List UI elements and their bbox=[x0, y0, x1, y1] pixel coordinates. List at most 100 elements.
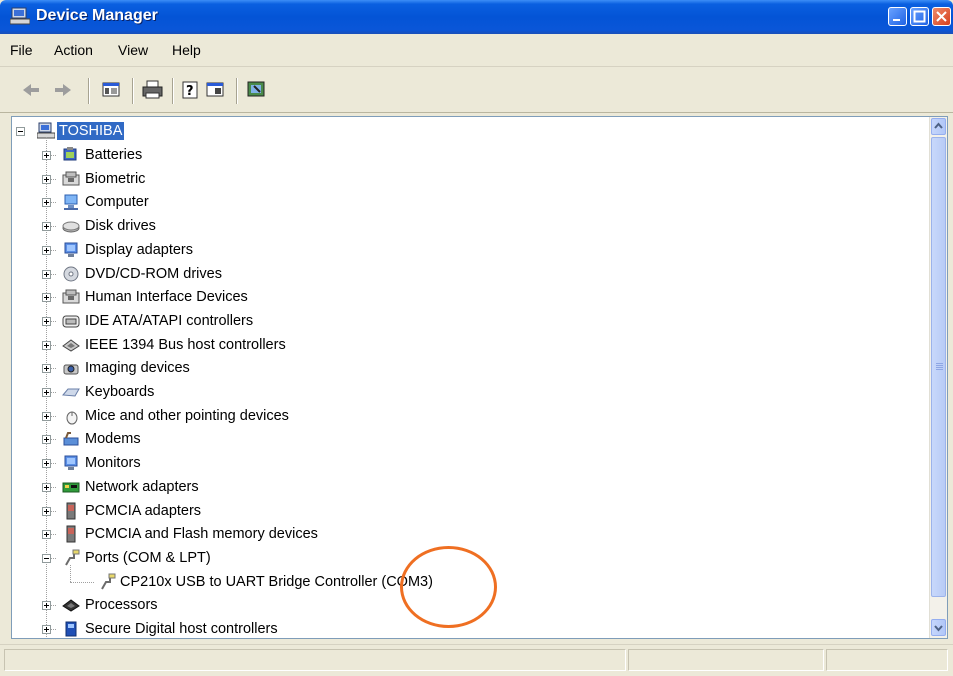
menu-help[interactable]: Help bbox=[172, 42, 201, 58]
tree-root-label[interactable]: TOSHIBA bbox=[57, 122, 125, 140]
thumb-grip bbox=[936, 365, 943, 366]
status-pane bbox=[4, 649, 626, 671]
vertical-scrollbar[interactable] bbox=[929, 117, 947, 638]
expand-toggle-icon[interactable] bbox=[42, 269, 51, 279]
toolbar: ? bbox=[0, 68, 953, 113]
status-bar bbox=[0, 644, 953, 676]
scroll-thumb[interactable] bbox=[931, 137, 946, 597]
expand-toggle-icon[interactable] bbox=[42, 530, 51, 540]
tree-item-label[interactable]: Disk drives bbox=[85, 217, 156, 235]
tree-item-label[interactable]: Batteries bbox=[85, 146, 142, 164]
tree-root[interactable]: TOSHIBA bbox=[12, 120, 930, 144]
tree-category-item[interactable]: Disk drives bbox=[12, 215, 930, 239]
tree-category-item[interactable]: Mice and other pointing devices bbox=[12, 405, 930, 429]
tree-item-label[interactable]: Display adapters bbox=[85, 241, 193, 259]
tree-item-label[interactable]: Imaging devices bbox=[85, 359, 190, 377]
camera-icon bbox=[63, 364, 79, 375]
close-button[interactable] bbox=[932, 7, 951, 26]
annotation-circle bbox=[400, 546, 497, 628]
view-icon[interactable] bbox=[205, 80, 227, 100]
toolbar-separator bbox=[172, 78, 174, 104]
properties-help-icon[interactable]: ? bbox=[180, 80, 202, 100]
maximize-icon bbox=[913, 10, 926, 23]
keyboard-icon bbox=[62, 388, 80, 397]
close-icon bbox=[936, 11, 947, 22]
tree-category-item[interactable]: Batteries bbox=[12, 144, 930, 168]
tree-category-item[interactable]: Computer bbox=[12, 191, 930, 215]
tree-category-item[interactable]: IEEE 1394 Bus host controllers bbox=[12, 334, 930, 358]
scan-hardware-icon[interactable] bbox=[246, 80, 268, 100]
menu-view[interactable]: View bbox=[118, 42, 148, 58]
scroll-down-button[interactable] bbox=[931, 619, 946, 636]
dvd-icon bbox=[63, 266, 79, 281]
tree-category-item[interactable]: Biometric bbox=[12, 168, 930, 192]
tree-item-label[interactable]: Modems bbox=[85, 430, 141, 448]
tree-item-label[interactable]: Computer bbox=[85, 193, 149, 211]
tree-item-label[interactable]: Ports (COM & LPT) bbox=[85, 549, 211, 567]
expand-toggle-icon[interactable] bbox=[42, 174, 51, 184]
tree-item-label[interactable]: DVD/CD-ROM drives bbox=[85, 265, 222, 283]
tree-category-item[interactable]: IDE ATA/ATAPI controllers bbox=[12, 310, 930, 334]
menu-file[interactable]: File bbox=[10, 42, 33, 58]
expand-toggle-icon[interactable] bbox=[42, 340, 51, 350]
print-icon[interactable] bbox=[142, 80, 164, 100]
title-bar[interactable]: Device Manager bbox=[0, 0, 953, 34]
tree-item-label[interactable]: IEEE 1394 Bus host controllers bbox=[85, 336, 286, 354]
maximize-button[interactable] bbox=[910, 7, 929, 26]
tree-category-item[interactable]: DVD/CD-ROM drives bbox=[12, 263, 930, 287]
port-icon bbox=[101, 573, 116, 590]
tree-category-item[interactable]: Display adapters bbox=[12, 239, 930, 263]
tree-item-label[interactable]: Biometric bbox=[85, 170, 145, 188]
tree-item-label[interactable]: Mice and other pointing devices bbox=[85, 407, 289, 425]
expand-toggle-icon[interactable] bbox=[42, 506, 51, 516]
biometric-icon bbox=[62, 171, 80, 186]
collapse-toggle-icon[interactable] bbox=[16, 127, 25, 136]
computer-icon bbox=[64, 194, 78, 211]
tree-category-item[interactable]: Modems bbox=[12, 428, 930, 452]
expand-toggle-icon[interactable] bbox=[42, 601, 51, 611]
monitor-icon bbox=[64, 455, 78, 471]
tree-item-label[interactable]: Secure Digital host controllers bbox=[85, 620, 278, 638]
expand-toggle-icon[interactable] bbox=[42, 435, 51, 445]
back-arrow-icon[interactable] bbox=[20, 80, 42, 100]
menu-action[interactable]: Action bbox=[54, 42, 93, 58]
tree-category-item[interactable]: Keyboards bbox=[12, 381, 930, 405]
tree-category-item[interactable]: PCMCIA adapters bbox=[12, 500, 930, 524]
minimize-button[interactable] bbox=[888, 7, 907, 26]
expand-toggle-icon[interactable] bbox=[42, 151, 51, 160]
tree-item-label[interactable]: Processors bbox=[85, 596, 158, 614]
expand-toggle-icon[interactable] bbox=[42, 459, 51, 469]
show-hide-tree-icon[interactable] bbox=[101, 80, 123, 100]
expand-toggle-icon[interactable] bbox=[42, 198, 51, 208]
tree-item-label[interactable]: Monitors bbox=[85, 454, 141, 472]
expand-toggle-icon[interactable] bbox=[42, 625, 51, 634]
expand-toggle-icon[interactable] bbox=[42, 245, 51, 255]
expand-toggle-icon[interactable] bbox=[42, 482, 51, 492]
window-title: Device Manager bbox=[36, 7, 158, 24]
expand-toggle-icon[interactable] bbox=[42, 293, 51, 303]
collapse-toggle-icon[interactable] bbox=[42, 553, 51, 563]
expand-toggle-icon[interactable] bbox=[42, 316, 51, 326]
tree-category-item[interactable]: Network adapters bbox=[12, 476, 930, 500]
tree-category-item[interactable]: PCMCIA and Flash memory devices bbox=[12, 523, 930, 547]
tree-category-item[interactable]: Human Interface Devices bbox=[12, 286, 930, 310]
tree-item-label[interactable]: Keyboards bbox=[85, 383, 154, 401]
hid-icon bbox=[62, 289, 80, 304]
tree-category-item[interactable]: Imaging devices bbox=[12, 357, 930, 381]
tree-item-label[interactable]: CP210x USB to UART Bridge Controller (CO… bbox=[120, 573, 433, 591]
tree-item-label[interactable]: IDE ATA/ATAPI controllers bbox=[85, 312, 253, 330]
expand-toggle-icon[interactable] bbox=[42, 388, 51, 397]
tree-item-label[interactable]: PCMCIA and Flash memory devices bbox=[85, 525, 318, 543]
display-adapter-icon bbox=[64, 242, 78, 257]
expand-toggle-icon[interactable] bbox=[42, 222, 51, 232]
expand-toggle-icon[interactable] bbox=[42, 411, 51, 421]
tree-category-item[interactable]: Monitors bbox=[12, 452, 930, 476]
scroll-up-button[interactable] bbox=[931, 118, 946, 135]
expand-toggle-icon[interactable] bbox=[42, 364, 51, 374]
tree-item-label[interactable]: Human Interface Devices bbox=[85, 288, 248, 306]
tree-item-label[interactable]: PCMCIA adapters bbox=[85, 502, 201, 520]
tree-item-label[interactable]: Network adapters bbox=[85, 478, 199, 496]
disk-drive-icon bbox=[62, 221, 80, 233]
thumb-grip bbox=[936, 363, 943, 364]
forward-arrow-icon[interactable] bbox=[52, 80, 74, 100]
